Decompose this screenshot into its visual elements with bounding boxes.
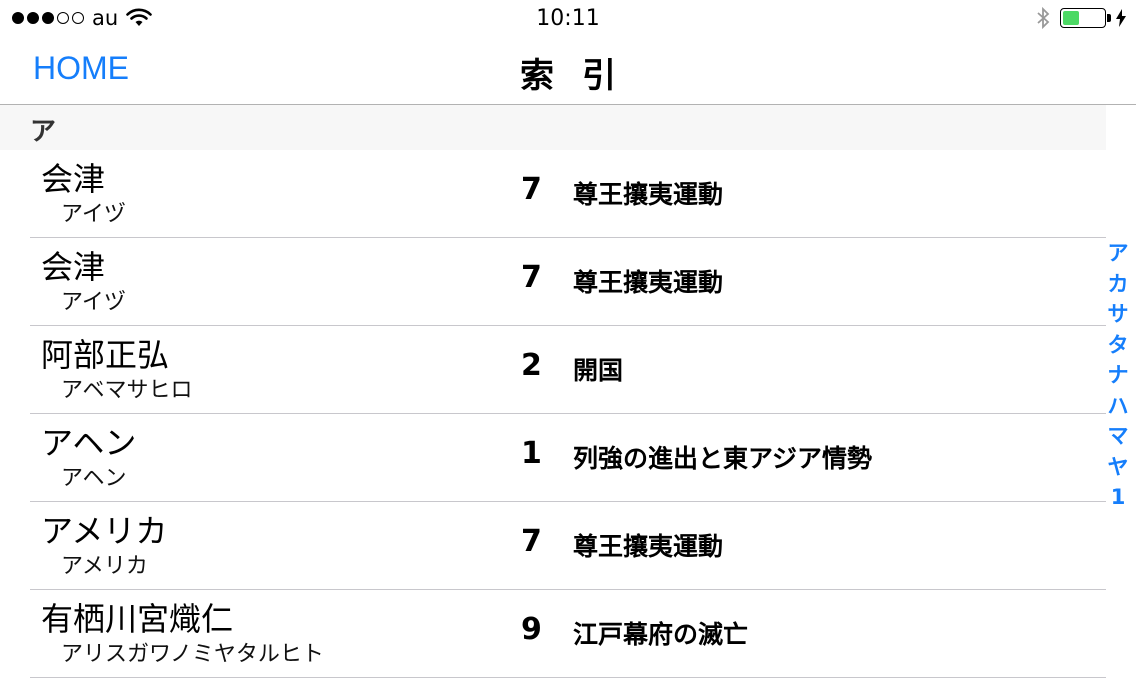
index-letter[interactable]: ヤ	[1108, 452, 1129, 483]
item-reading: アイヅ	[61, 290, 126, 315]
battery-icon	[1060, 8, 1111, 28]
list-item[interactable]: アヘン アヘン 1 列強の進出と東アジア情勢	[0, 414, 1106, 502]
item-term: アメリカ	[41, 512, 168, 550]
item-chapter-number: 1	[521, 436, 542, 471]
item-chapter-number: 7	[521, 172, 542, 207]
item-chapter-title: 江戸幕府の滅亡	[573, 620, 749, 649]
index-letter[interactable]: ナ	[1108, 360, 1129, 391]
status-time: 10:11	[536, 6, 600, 31]
index-letter[interactable]: マ	[1108, 421, 1129, 452]
index-letter[interactable]: 1	[1111, 482, 1126, 513]
item-chapter-title: 列強の進出と東アジア情勢	[573, 444, 873, 473]
item-reading: アヘン	[61, 466, 127, 491]
list-item[interactable]: 会津 アイヅ 7 尊王攘夷運動	[0, 150, 1106, 238]
index-letter[interactable]: ア	[1108, 238, 1129, 269]
item-chapter-number: 9	[521, 612, 542, 647]
item-chapter-title: 尊王攘夷運動	[573, 180, 724, 209]
item-chapter-title: 尊王攘夷運動	[573, 268, 724, 297]
charging-bolt-icon	[1116, 9, 1126, 27]
item-reading: アメリカ	[61, 554, 148, 579]
list-item[interactable]: 会津 アイヅ 7 尊王攘夷運動	[0, 238, 1106, 326]
item-reading: アベマサヒロ	[61, 378, 193, 403]
navigation-bar: HOME 索引	[0, 40, 1136, 105]
item-term: 会津	[41, 248, 106, 286]
list-item[interactable]: 有栖川宮熾仁 アリスガワノミヤタルヒト 9 江戸幕府の滅亡	[0, 590, 1106, 678]
item-chapter-number: 7	[521, 524, 542, 559]
item-reading: アリスガワノミヤタルヒト	[61, 642, 324, 667]
item-term: 有栖川宮熾仁	[41, 600, 234, 638]
section-header: ア	[0, 105, 1106, 150]
status-right	[1036, 6, 1126, 30]
status-bar: au 10:11	[0, 0, 1136, 40]
index-letter[interactable]: タ	[1108, 330, 1129, 361]
index-letter[interactable]: カ	[1108, 269, 1129, 300]
index-letter[interactable]: サ	[1108, 299, 1129, 330]
item-reading: アイヅ	[61, 202, 126, 227]
index-letter[interactable]: ハ	[1108, 391, 1129, 422]
battery-fill	[1063, 11, 1079, 25]
item-term: 阿部正弘	[41, 336, 170, 374]
item-chapter-number: 7	[521, 260, 542, 295]
item-term: アヘン	[41, 424, 137, 462]
item-term: 会津	[41, 160, 106, 198]
item-chapter-number: 2	[521, 348, 542, 383]
item-chapter-title: 開国	[573, 356, 624, 385]
battery-tip	[1107, 14, 1111, 22]
bluetooth-icon	[1037, 6, 1050, 30]
list-item[interactable]: 阿部正弘 アベマサヒロ 2 開国	[0, 326, 1106, 414]
page-title: 索引	[520, 56, 644, 96]
item-chapter-title: 尊王攘夷運動	[573, 532, 724, 561]
list-item[interactable]: アメリカ アメリカ 7 尊王攘夷運動	[0, 502, 1106, 590]
section-header-label: ア	[30, 117, 57, 147]
index-list: 会津 アイヅ 7 尊王攘夷運動 会津 アイヅ 7 尊王攘夷運動 阿部正弘 アベマ…	[0, 150, 1106, 678]
section-index-bar[interactable]: ア カ サ タ ナ ハ マ ヤ 1	[1106, 238, 1130, 513]
